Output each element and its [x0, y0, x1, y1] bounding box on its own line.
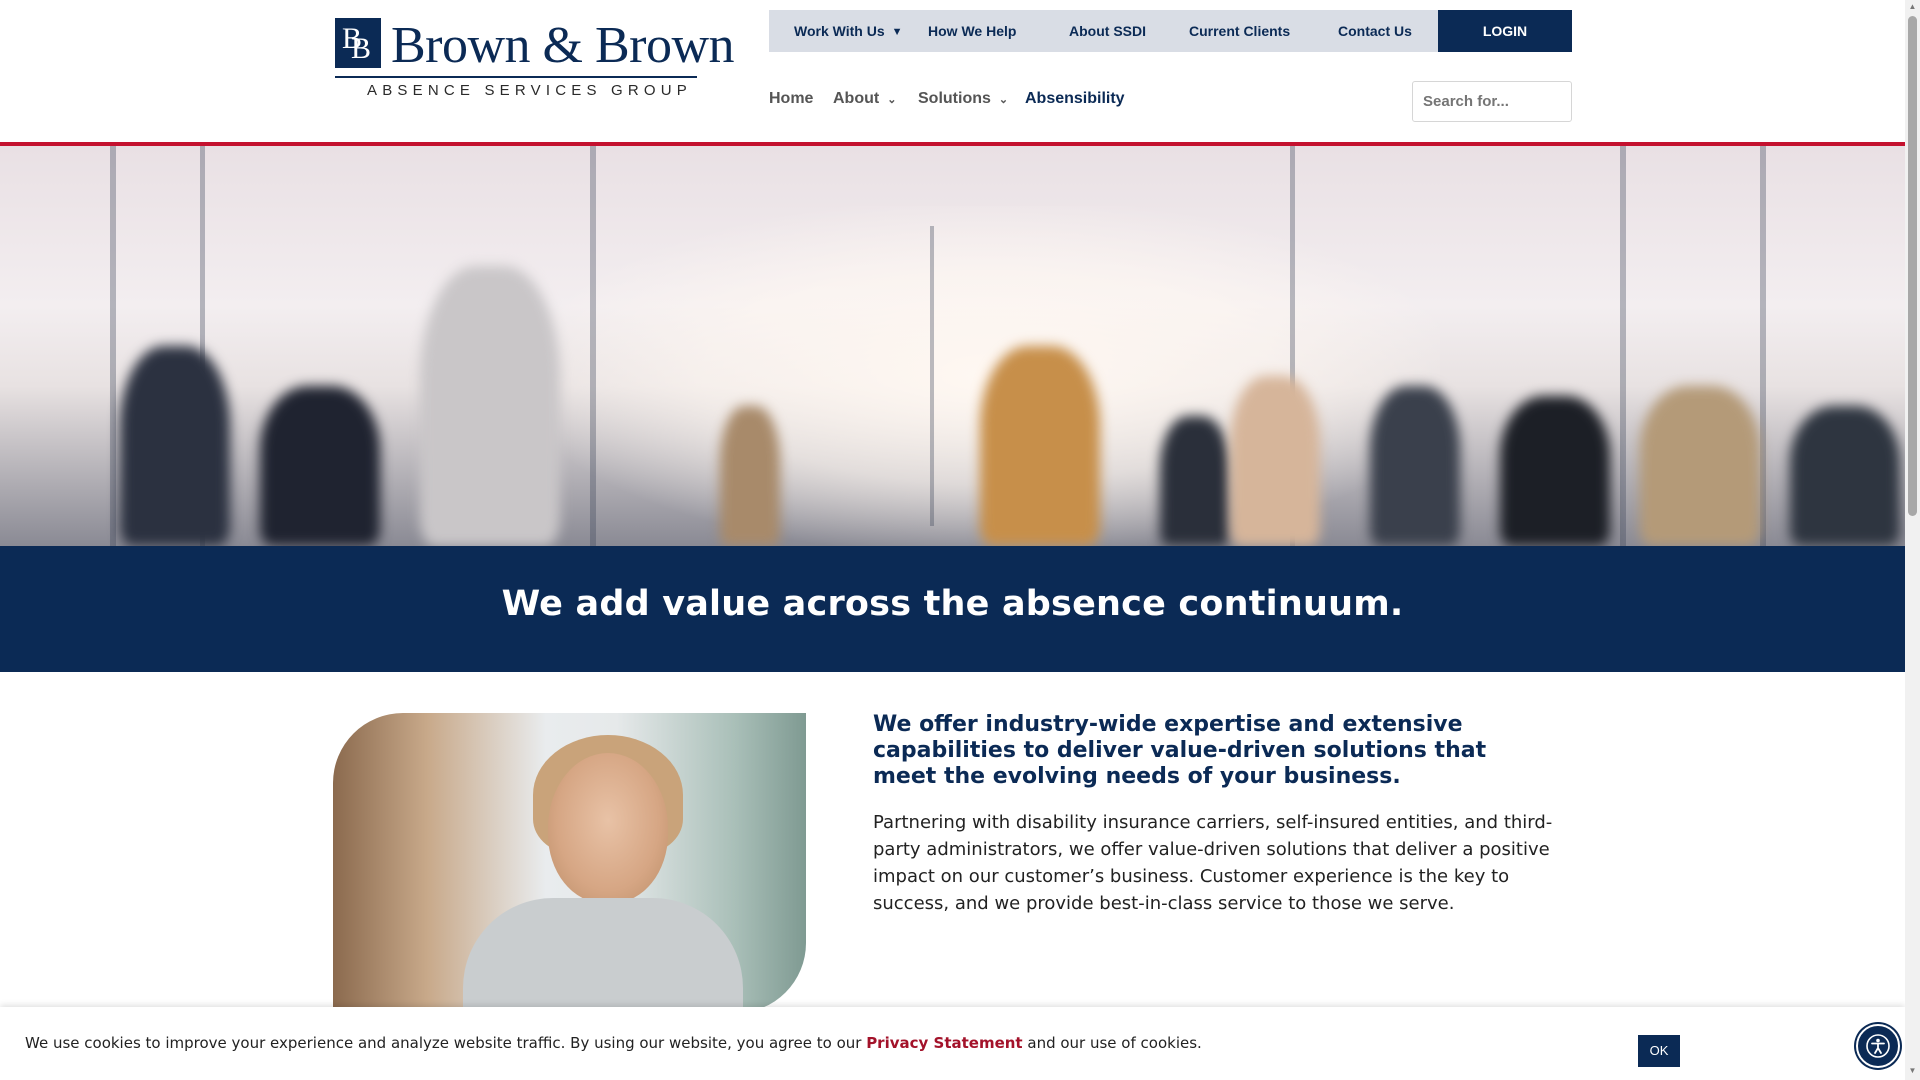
intro-paragraph: Partnering with disability insurance car… — [873, 812, 1553, 914]
scroll-down-icon[interactable]: ▼ — [1908, 1066, 1917, 1076]
topnav-how-we-help[interactable]: How We Help — [928, 10, 1016, 52]
professional-woman-photo — [333, 713, 806, 1013]
logo-divider — [335, 76, 697, 78]
topnav-work-with-us[interactable]: Work With Us ▼ — [794, 10, 903, 52]
logo-mark: B B — [335, 18, 381, 68]
topnav-contact-us[interactable]: Contact Us — [1338, 10, 1412, 52]
nav-solutions[interactable]: Solutions ⌄ — [918, 90, 1008, 108]
chevron-down-icon: ⌄ — [887, 94, 897, 106]
nav-label: About — [833, 90, 880, 107]
nav-home[interactable]: Home — [769, 90, 813, 108]
page-scrollbar[interactable]: ▲ ▼ — [1905, 0, 1920, 1080]
hero-image — [0, 146, 1905, 546]
topnav-label: Work With Us — [794, 23, 885, 39]
accessibility-button[interactable] — [1856, 1024, 1900, 1068]
logo-name: Brown & Brown — [391, 17, 735, 74]
site-header: B B Brown & Brown ABSENCE SERVICES GROUP… — [0, 0, 1905, 143]
logo-tagline: ABSENCE SERVICES GROUP — [367, 82, 693, 99]
privacy-statement-link[interactable]: Privacy Statement — [866, 1034, 1022, 1052]
scroll-up-icon[interactable]: ▲ — [1908, 2, 1917, 12]
nav-absensibility[interactable]: Absensibility — [1025, 90, 1125, 108]
brand-logo[interactable]: B B Brown & Brown ABSENCE SERVICES GROUP — [335, 16, 735, 104]
topnav-about-ssdi[interactable]: About SSDI — [1069, 10, 1146, 52]
topnav-current-clients[interactable]: Current Clients — [1189, 10, 1290, 52]
accessibility-icon — [1866, 1034, 1890, 1058]
login-button[interactable]: LOGIN — [1438, 10, 1572, 52]
chevron-down-icon: ⌄ — [998, 94, 1009, 106]
tagline-banner: We add value across the absence continuu… — [0, 546, 1905, 672]
chevron-down-icon: ▼ — [891, 26, 903, 38]
nav-about[interactable]: About ⌄ — [833, 90, 896, 108]
nav-label: Solutions — [918, 90, 991, 107]
intro-heading: We offer industry-wide expertise and ext… — [873, 712, 1487, 789]
utility-nav: Work With Us ▼ How We Help About SSDI Cur… — [769, 10, 1438, 52]
banner-headline: We add value across the absence continuu… — [501, 584, 1404, 624]
cookie-ok-button[interactable]: OK — [1638, 1035, 1680, 1067]
scrollbar-thumb[interactable] — [1908, 16, 1917, 516]
search-input[interactable] — [1412, 81, 1572, 122]
cookie-banner: We use cookies to improve your experienc… — [0, 1007, 1905, 1080]
cookie-message: We use cookies to improve your experienc… — [25, 1034, 1202, 1052]
